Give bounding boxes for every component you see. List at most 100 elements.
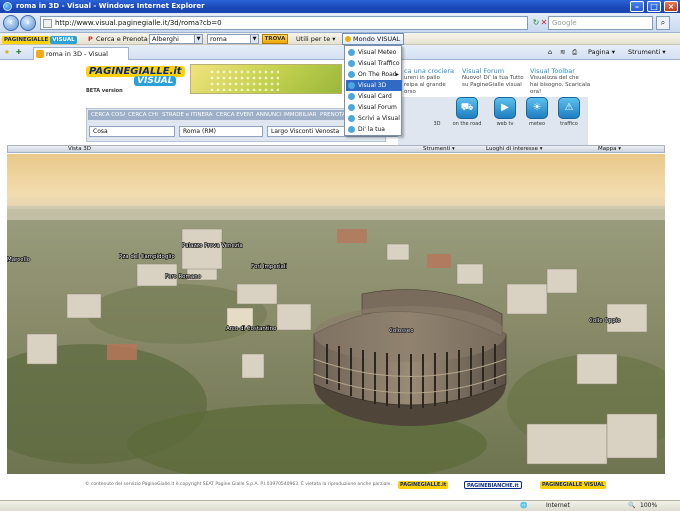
menu-label: Visual 3D — [358, 82, 387, 89]
trova-button[interactable]: TROVA — [262, 34, 288, 44]
back-button[interactable]: ‹ — [3, 15, 19, 31]
strumenti-panel-button[interactable]: Strumenti ▾ — [423, 146, 455, 153]
tab-annunci[interactable]: ANNUNCI IMMOBILIARI — [253, 110, 322, 120]
label-fori-imperiali[interactable]: Fori Imperiali — [250, 263, 288, 270]
menu-item-scrivi[interactable]: Scrivi a Visual — [346, 113, 402, 124]
menu-item-visual-forum[interactable]: Visual Forum — [346, 102, 402, 113]
mail-icon — [348, 115, 355, 122]
mondo-visual-button[interactable]: Mondo VISUAL ▾ — [342, 33, 404, 53]
label-colosseo[interactable]: Colosseo — [388, 327, 414, 334]
menu-label: Visual Traffico — [358, 60, 400, 67]
menu-item-visual-3d[interactable]: Visual 3D — [346, 80, 402, 91]
promo-body: Nuovo! Di' la tua Tutto su PagineGialle … — [462, 75, 524, 88]
footer-logo-pb[interactable]: PAGINEBIANCHE.it — [464, 481, 522, 489]
chevron-down-icon: ▼ — [250, 35, 258, 43]
promo-title: Visual Toolbar — [530, 67, 575, 75]
tab-cerca-cosa[interactable]: CERCA COSA — [88, 110, 130, 120]
utili-label: Utili per te — [296, 35, 331, 43]
ad-banner[interactable] — [190, 64, 342, 94]
label-foro-romano[interactable]: Foro Romano — [164, 273, 202, 280]
category-select[interactable]: Alberghi ▼ — [149, 34, 203, 44]
zoom-level[interactable]: 100% — [640, 501, 657, 511]
search-icon[interactable]: ⌕ — [656, 16, 670, 30]
road-icon[interactable]: ⛟ — [456, 97, 478, 119]
window-titlebar: roma in 3D - Visual - Windows Internet E… — [0, 0, 680, 13]
menu-label: Visual Meteo — [358, 49, 397, 56]
mappa-panel-button[interactable]: Mappa ▾ — [598, 146, 621, 153]
meteo-icon — [348, 49, 355, 56]
label-arco[interactable]: Arco di Costantino — [225, 325, 277, 332]
maximize-button[interactable]: □ — [647, 1, 661, 12]
menu-item-visual-meteo[interactable]: Visual Meteo — [346, 47, 402, 58]
feeds-icon[interactable]: ≋ — [560, 47, 565, 58]
paginegialle-visual-logo[interactable]: PAGINEGIALLE.it VISUAL — [86, 66, 185, 88]
tab-roma-3d[interactable]: roma in 3D - Visual — [33, 47, 129, 60]
zoom-icon[interactable]: 🔍 — [628, 501, 635, 511]
label-campidoglio[interactable]: Pza del Campidoglio — [118, 253, 176, 260]
forward-button[interactable]: › — [20, 15, 36, 31]
3d-icon — [348, 82, 355, 89]
dove-input[interactable]: Roma (RM) — [179, 126, 263, 137]
promo-body: Visualizza del che hai bisogno. Scarical… — [530, 75, 591, 95]
window-title: roma in 3D - Visual - Windows Internet E… — [16, 2, 205, 10]
label-meteo: meteo — [528, 121, 546, 127]
city-value: roma — [210, 35, 227, 43]
menu-item-di-la-tua[interactable]: Di' la tua — [346, 124, 402, 135]
promo-forum[interactable]: Visual Forum Nuovo! Di' la tua Tutto su … — [462, 68, 524, 89]
label-colle-oppio[interactable]: Colle Oppio — [588, 317, 621, 324]
url-field[interactable]: http://www.visual.paginegialle.it/3d/rom… — [40, 16, 528, 30]
pagina-menu[interactable]: Pagina ▾ — [588, 47, 615, 58]
menu-item-visual-traffico[interactable]: Visual Traffico — [346, 58, 402, 69]
close-window-button[interactable]: × — [664, 1, 678, 12]
strumenti-menu[interactable]: Strumenti ▾ — [628, 47, 666, 58]
visual-services-panel: 3D ⛟ on the road ▶ web tv ☀ meteo ⚠ traf… — [398, 97, 588, 145]
cerca-prenota-button[interactable]: Cerca e Prenota — [96, 34, 148, 44]
promo-toolbar[interactable]: Visual Toolbar Visualizza del che hai bi… — [530, 68, 592, 96]
home-icon[interactable]: ⌂ — [548, 47, 552, 58]
page-icon — [43, 19, 52, 28]
toolbar-logo[interactable]: PAGINEGIALLE VISUAL — [2, 34, 77, 44]
utili-button[interactable]: Utili per te ▾ — [296, 34, 336, 44]
traffico-icon[interactable]: ⚠ — [558, 97, 580, 119]
favorites-star-icon[interactable]: ★ — [4, 47, 10, 58]
arch-building — [226, 307, 254, 329]
menu-label: Visual Forum — [358, 104, 397, 111]
label-palazzo[interactable]: Palazzo Prova Venezia — [181, 242, 243, 249]
mappa-label: Mappa — [598, 146, 617, 152]
footer-logo-visual[interactable]: PAGINEGIALLE VISUAL — [540, 481, 607, 489]
meteo-icon[interactable]: ☀ — [526, 97, 548, 119]
pagina-label: Pagina — [588, 48, 610, 56]
tab-favicon — [36, 50, 44, 58]
cosa-input[interactable]: Cosa — [89, 126, 175, 137]
luoghi-label: Luoghi di interesse — [486, 146, 539, 152]
pg-logo: PAGINEGIALLE — [2, 36, 51, 44]
city-select[interactable]: roma ▼ — [207, 34, 259, 44]
search-input[interactable]: Google — [548, 16, 653, 30]
search-placeholder: Google — [552, 19, 577, 27]
comment-icon — [348, 126, 355, 133]
luoghi-panel-button[interactable]: Luoghi di interesse ▾ — [486, 146, 543, 153]
promo-title: Visual Forum — [462, 67, 505, 75]
footer-logo-pg[interactable]: PAGINEGIALLE.it — [398, 481, 449, 489]
view-3d-header: Vista 3D Strumenti ▾ Luoghi di interesse… — [7, 145, 665, 153]
web-tv-icon[interactable]: ▶ — [494, 97, 516, 119]
page-footer: © contenuto del servizio PagineGialle.it… — [0, 478, 680, 498]
menu-label: Visual Card — [358, 93, 392, 100]
mondo-label: Mondo VISUAL — [353, 35, 401, 43]
label-traffico: traffico — [560, 121, 578, 127]
strumenti-label: Strumenti — [628, 48, 661, 56]
map-3d-canvas[interactable]: Palazzo Prova Venezia Pza del Campidogli… — [7, 154, 665, 474]
label-marcello[interactable]: Marcello — [7, 256, 31, 263]
map-3d-view[interactable]: Palazzo Prova Venezia Pza del Campidogli… — [7, 154, 665, 474]
tab-label: roma in 3D - Visual — [46, 50, 108, 58]
mondo-visual-menu: Visual Meteo Visual Traffico On The Road… — [344, 45, 402, 136]
tab-cerca-chi[interactable]: CERCA CHI — [125, 110, 161, 120]
print-icon[interactable]: ⎙ — [572, 47, 577, 58]
menu-item-visual-card[interactable]: Visual Card — [346, 91, 402, 102]
minimize-button[interactable]: – — [630, 1, 644, 12]
tab-strade[interactable]: STRADE e ITINERARI — [159, 110, 221, 120]
menu-item-on-the-road[interactable]: On The Road ▸ — [346, 69, 402, 80]
forum-icon — [348, 104, 355, 111]
add-favorite-icon[interactable]: ✚ — [16, 47, 21, 58]
promo-crociera[interactable]: ca una crociera ureni in palio reipa al … — [404, 68, 466, 96]
